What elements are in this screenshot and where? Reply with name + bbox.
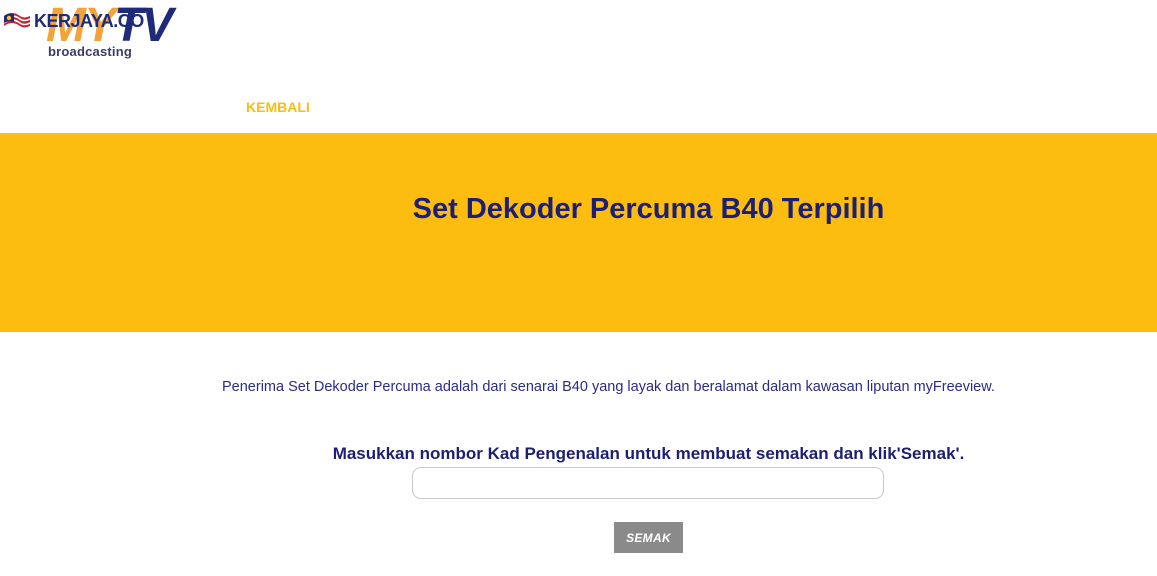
logo-tagline: broadcasting [48,44,133,59]
semak-button[interactable]: SEMAK [614,522,683,553]
mytv-logo[interactable]: MYTV broadcasting KERJAYA.CO [0,0,190,70]
instruction-text: Masukkan nombor Kad Pengenalan untuk mem… [332,444,965,463]
ic-number-input[interactable] [412,467,884,499]
intro-text: Penerima Set Dekoder Percuma adalah dari… [222,379,995,395]
page: MYTV broadcasting KERJAYA.CO KEMBALI Set… [0,0,1157,576]
watermark-text: KERJAYA.CO [34,10,144,31]
malaysia-flag-icon [3,13,31,28]
watermark: KERJAYA.CO [2,10,144,32]
back-link[interactable]: KEMBALI [246,99,310,115]
page-title: Set Dekoder Percuma B40 Terpilih [412,193,885,225]
hero-banner: Set Dekoder Percuma B40 Terpilih [0,133,1157,332]
